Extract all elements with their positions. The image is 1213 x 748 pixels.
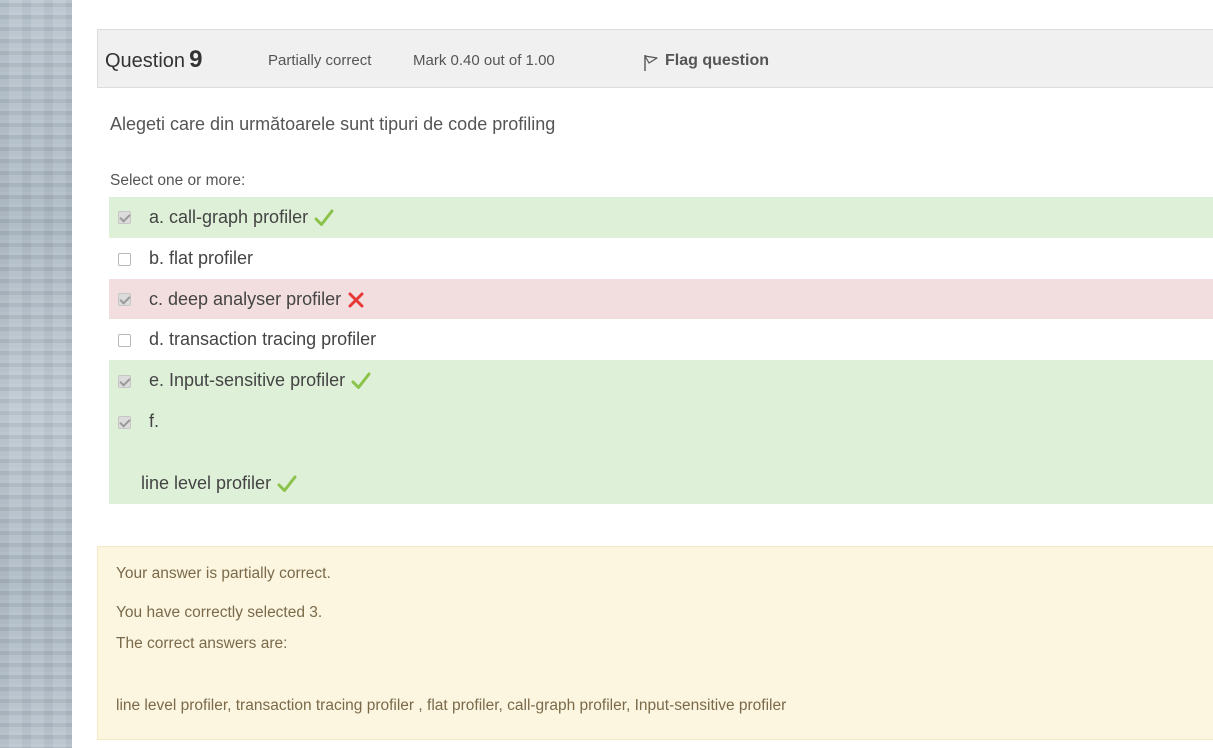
check-icon — [351, 372, 371, 389]
wood-background-strip — [0, 0, 72, 748]
flag-icon — [644, 55, 658, 71]
quiz-page: Question 9 Partially correct Mark 0.40 ou… — [72, 0, 1213, 748]
question-number: Question 9 — [105, 46, 202, 74]
feedback-correct-heading: The correct answers are: — [116, 635, 288, 652]
answer-checkbox-b[interactable] — [118, 253, 131, 266]
answer-label-d: d. transaction tracing profiler — [149, 329, 377, 349]
question-info-bar: Question 9 Partially correct Mark 0.40 ou… — [97, 29, 1213, 88]
answer-option-f: f. line level profiler — [109, 401, 1213, 504]
answer-checkbox-f[interactable] — [118, 416, 131, 429]
answer-prompt: Select one or more: — [110, 172, 246, 189]
answer-checkbox-c[interactable] — [118, 293, 131, 306]
check-icon — [314, 209, 334, 226]
flag-question-label: Flag question — [665, 52, 769, 69]
answer-label-e: e. Input-sensitive profiler — [149, 370, 346, 390]
answer-option-c: c. deep analyser profiler — [109, 279, 1213, 319]
feedback-summary: Your answer is partially correct. — [116, 565, 331, 582]
feedback-panel: Your answer is partially correct. You ha… — [97, 546, 1213, 740]
answer-label-f: f. — [149, 411, 160, 431]
answer-label-c: c. deep analyser profiler — [149, 289, 342, 309]
answer-label-f-text: line level profiler — [141, 473, 272, 493]
answer-checkbox-a[interactable] — [118, 211, 131, 224]
cross-icon — [348, 292, 364, 307]
answer-checkbox-d[interactable] — [118, 334, 131, 347]
question-number-value: 9 — [189, 46, 203, 73]
question-state: Partially correct — [268, 52, 372, 69]
flag-question-link[interactable]: Flag question — [643, 50, 769, 72]
answer-option-e: e. Input-sensitive profiler — [109, 360, 1213, 401]
check-icon — [277, 475, 297, 492]
answer-label-a: a. call-graph profiler — [149, 207, 309, 227]
answer-option-d: d. transaction tracing profiler — [109, 319, 1213, 360]
answer-option-a: a. call-graph profiler — [109, 197, 1213, 238]
question-label: Question — [105, 50, 186, 72]
answer-checkbox-e[interactable] — [118, 375, 131, 388]
question-grade: Mark 0.40 out of 1.00 — [413, 52, 555, 69]
feedback-correct-list: line level profiler, transaction tracing… — [116, 697, 787, 714]
answer-option-b: b. flat profiler — [109, 238, 1213, 279]
question-text: Alegeti care din următoarele sunt tipuri… — [110, 114, 556, 134]
answer-label-b: b. flat profiler — [149, 248, 254, 268]
feedback-selected-count: You have correctly selected 3. — [116, 604, 323, 621]
